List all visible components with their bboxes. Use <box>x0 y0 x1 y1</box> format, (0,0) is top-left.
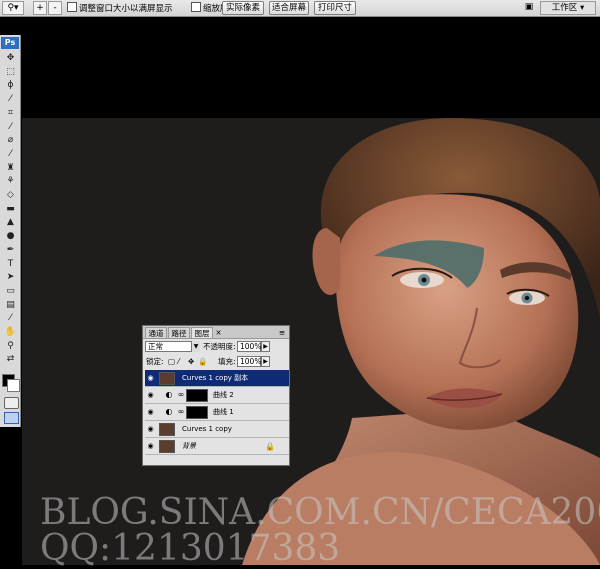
layer-name: 曲线 1 <box>213 408 234 416</box>
watermark-qq: QQ:1213017383 <box>40 528 341 569</box>
curves-adjustment-icon: ◐ <box>165 407 173 416</box>
layer-name: 背景 <box>182 442 196 450</box>
layer-row[interactable]: ◉ 背景 🔒 <box>145 438 289 455</box>
layer-row[interactable]: ◉ Curves 1 copy <box>145 421 289 438</box>
eyedropper-tool-icon[interactable]: ⁄ <box>3 122 18 133</box>
clone-stamp-icon[interactable]: ♜ <box>3 163 18 174</box>
crop-tool-icon[interactable]: ⌗ <box>3 108 18 119</box>
options-bar: ⚲▾ + - 调整窗口大小以满屏显示 缩放所有窗口 实际像素 适合屏幕 打印尺寸… <box>0 0 600 17</box>
notes-tool-icon[interactable]: ▤ <box>3 300 18 311</box>
layer-name: 曲线 2 <box>213 391 234 399</box>
zoom-out-button[interactable]: - <box>48 1 62 15</box>
layer-row[interactable]: ◉ Curves 1 copy 副本 <box>145 370 289 387</box>
tab-layers[interactable]: 图层 <box>191 327 213 338</box>
eye-icon[interactable]: ◉ <box>146 374 155 382</box>
dodge-tool-icon[interactable]: ● <box>3 231 18 242</box>
hand-tool-icon[interactable]: ✋ <box>3 327 18 338</box>
shape-tool-icon[interactable]: ▭ <box>3 286 18 297</box>
layer-row[interactable]: ◉ ◐ ∞ 曲线 2 <box>145 387 289 404</box>
eye-icon[interactable]: ◉ <box>146 442 155 450</box>
lock-label: 锁定: <box>146 357 164 366</box>
type-tool-icon[interactable]: T <box>3 259 18 270</box>
palette-well-icon[interactable]: ▣ <box>522 1 536 15</box>
layer-row[interactable]: ◉ ◐ ∞ 曲线 1 <box>145 404 289 421</box>
eye-icon[interactable]: ◉ <box>146 391 155 399</box>
layer-name: Curves 1 copy <box>182 425 232 433</box>
gradient-tool-icon[interactable]: ▬ <box>3 204 18 215</box>
lock-image-icon[interactable]: ⁄ <box>178 356 179 367</box>
tab-paths[interactable]: 路径 <box>168 327 190 338</box>
lock-all-icon[interactable]: 🔒 <box>198 356 207 367</box>
layers-panel: 通道 路径 图层 × ≡ 正常 ▼ 不透明度: 100% ▶ 锁定: ▢ ⁄ ✥… <box>142 325 290 466</box>
resize-windows-checkbox[interactable]: 调整窗口大小以满屏显示 <box>67 2 173 15</box>
fit-screen-button[interactable]: 适合屏幕 <box>269 1 309 15</box>
actual-pixels-button[interactable]: 实际像素 <box>222 1 264 15</box>
tab-channels[interactable]: 通道 <box>145 327 167 338</box>
link-icon: ∞ <box>177 407 185 416</box>
layer-thumbnail <box>159 440 175 453</box>
move-tool-icon[interactable]: ✥ <box>3 53 18 64</box>
watermark-url: BLOG.SINA.COM.CN/CECA200 <box>40 492 600 533</box>
workspace-menu[interactable]: 工作区 ▾ <box>540 1 596 15</box>
tools-panel: Ps ✥ ⬚ ϕ ⁄ ⌗ ⁄ ⌀ ⁄ ♜ ⚘ ◇ ▬ ▲ ● ✒ T ➤ ▭ ▤ ⁄ ✋ ⚲ ⇄ <box>0 35 21 427</box>
layer-mask-thumbnail <box>186 389 208 402</box>
fill-label: 填充: <box>218 357 236 366</box>
lock-position-icon[interactable]: ✥ <box>188 356 194 367</box>
checkbox-icon <box>67 2 77 12</box>
quick-select-tool-icon[interactable]: ⁄ <box>3 94 18 105</box>
lasso-tool-icon[interactable]: ϕ <box>3 80 18 91</box>
resize-windows-label: 调整窗口大小以满屏显示 <box>79 4 173 14</box>
chevron-down-icon[interactable]: ▼ <box>191 341 200 352</box>
link-icon: ∞ <box>177 390 185 399</box>
brush-tool-icon[interactable]: ⁄ <box>3 149 18 160</box>
fill-slider-button[interactable]: ▶ <box>261 356 270 367</box>
lock-icon: 🔒 <box>265 442 275 451</box>
zoom-tool-icon[interactable]: ⚲▾ <box>2 1 24 15</box>
checkbox-icon <box>191 2 201 12</box>
blur-tool-icon[interactable]: ▲ <box>3 217 18 228</box>
eraser-tool-icon[interactable]: ◇ <box>3 190 18 201</box>
opacity-label: 不透明度: <box>203 342 236 351</box>
opacity-slider-button[interactable]: ▶ <box>261 341 270 352</box>
layer-name: Curves 1 copy 副本 <box>182 374 249 382</box>
quick-mask-icon[interactable] <box>4 397 19 409</box>
layer-thumbnail <box>159 423 175 436</box>
zoom-tool-icon[interactable]: ⚲ <box>3 341 18 352</box>
panel-menu-icon[interactable]: ≡ <box>277 327 287 338</box>
zoom-in-button[interactable]: + <box>33 1 47 15</box>
background-color-swatch[interactable] <box>7 379 20 392</box>
path-select-icon[interactable]: ➤ <box>3 272 18 283</box>
history-brush-icon[interactable]: ⚘ <box>3 176 18 187</box>
print-size-button[interactable]: 打印尺寸 <box>314 1 356 15</box>
marquee-tool-icon[interactable]: ⬚ <box>3 67 18 78</box>
panel-tabs: 通道 路径 图层 × ≡ <box>143 326 289 339</box>
close-icon[interactable]: × <box>214 327 223 338</box>
fill-field[interactable]: 100% <box>237 356 261 367</box>
photoshop-logo: Ps <box>1 37 19 49</box>
pen-tool-icon[interactable]: ✒ <box>3 245 18 256</box>
screen-mode-icon[interactable] <box>4 412 19 424</box>
swap-colors-icon[interactable]: ⇄ <box>3 354 18 365</box>
eyedropper-2-icon[interactable]: ⁄ <box>3 313 18 324</box>
lock-transparent-icon[interactable]: ▢ <box>168 356 175 367</box>
eye-icon[interactable]: ◉ <box>146 425 155 433</box>
layer-mask-thumbnail <box>186 406 208 419</box>
healing-brush-icon[interactable]: ⌀ <box>3 135 18 146</box>
eye-icon[interactable]: ◉ <box>146 408 155 416</box>
opacity-field[interactable]: 100% <box>237 341 261 352</box>
curves-adjustment-icon: ◐ <box>165 390 173 399</box>
layer-thumbnail <box>159 372 175 385</box>
